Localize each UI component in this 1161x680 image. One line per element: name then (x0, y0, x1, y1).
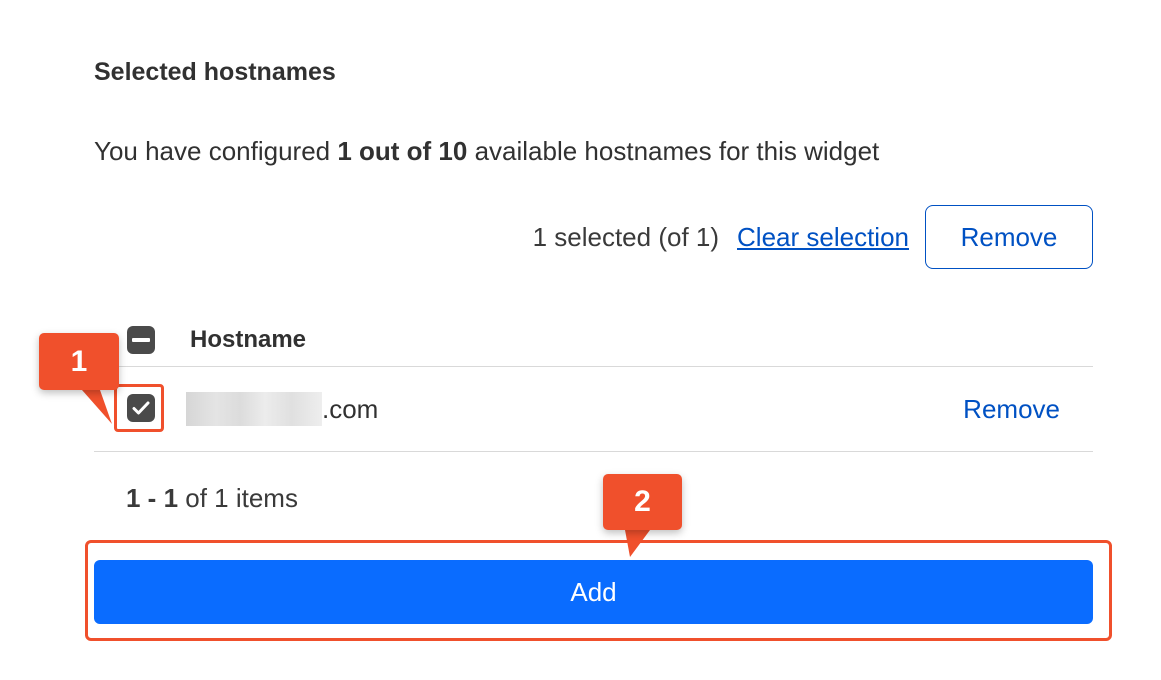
callout-pointers (82, 390, 650, 557)
callout-2-badge: 2 (603, 474, 682, 530)
callout-1-badge: 1 (39, 333, 119, 390)
callout-2-pointer (625, 530, 650, 557)
callout-1-pointer (82, 390, 112, 424)
